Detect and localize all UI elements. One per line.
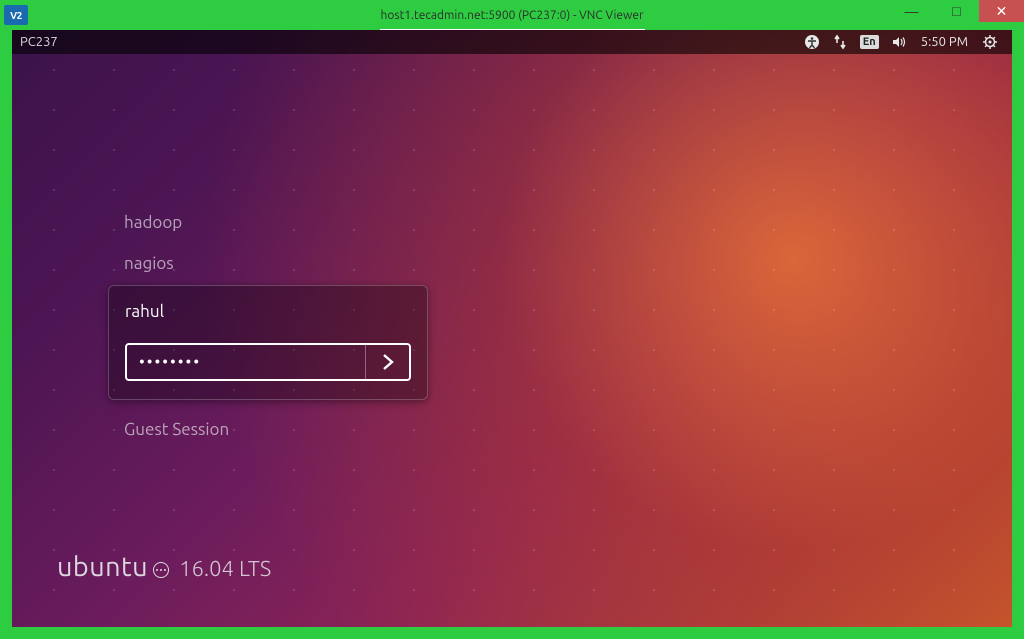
panel-hostname: PC237 <box>20 35 58 49</box>
selected-user-name: rahul <box>125 286 411 343</box>
language-label: En <box>860 35 879 49</box>
ubuntu-brand: ubuntu 16.04 LTS <box>57 552 271 583</box>
user-item-nagios[interactable]: nagios <box>108 244 428 285</box>
volume-icon[interactable] <box>885 30 913 54</box>
password-row <box>125 343 411 381</box>
gear-icon[interactable] <box>976 30 1004 54</box>
user-item-hadoop[interactable]: hadoop <box>108 203 428 244</box>
vnc-border: PC237 En 5:50 PM <box>0 30 1024 639</box>
brand-version: 16.04 LTS <box>179 556 271 581</box>
ubuntu-logo-icon <box>153 562 169 578</box>
password-input[interactable] <box>127 345 365 379</box>
panel-clock[interactable]: 5:50 PM <box>913 30 976 54</box>
ubuntu-desktop: PC237 En 5:50 PM <box>12 30 1012 627</box>
window-title-bar[interactable]: V2 host1.tecadmin.net:5900 (PC237:0) - V… <box>0 0 1024 30</box>
login-greeter: hadoop nagios rahul Guest Session <box>108 203 428 451</box>
top-panel: PC237 En 5:50 PM <box>12 30 1012 54</box>
chevron-right-icon <box>378 352 398 372</box>
vnc-window-frame: V2 host1.tecadmin.net:5900 (PC237:0) - V… <box>0 0 1024 639</box>
selected-user-box: rahul <box>108 285 428 400</box>
accessibility-icon[interactable] <box>798 30 826 54</box>
window-title: host1.tecadmin.net:5900 (PC237:0) - VNC … <box>0 9 1024 22</box>
network-icon[interactable] <box>826 30 854 54</box>
login-submit-button[interactable] <box>365 345 409 379</box>
language-indicator[interactable]: En <box>854 30 885 54</box>
brand-name: ubuntu <box>57 552 148 582</box>
user-item-guest[interactable]: Guest Session <box>108 410 428 451</box>
